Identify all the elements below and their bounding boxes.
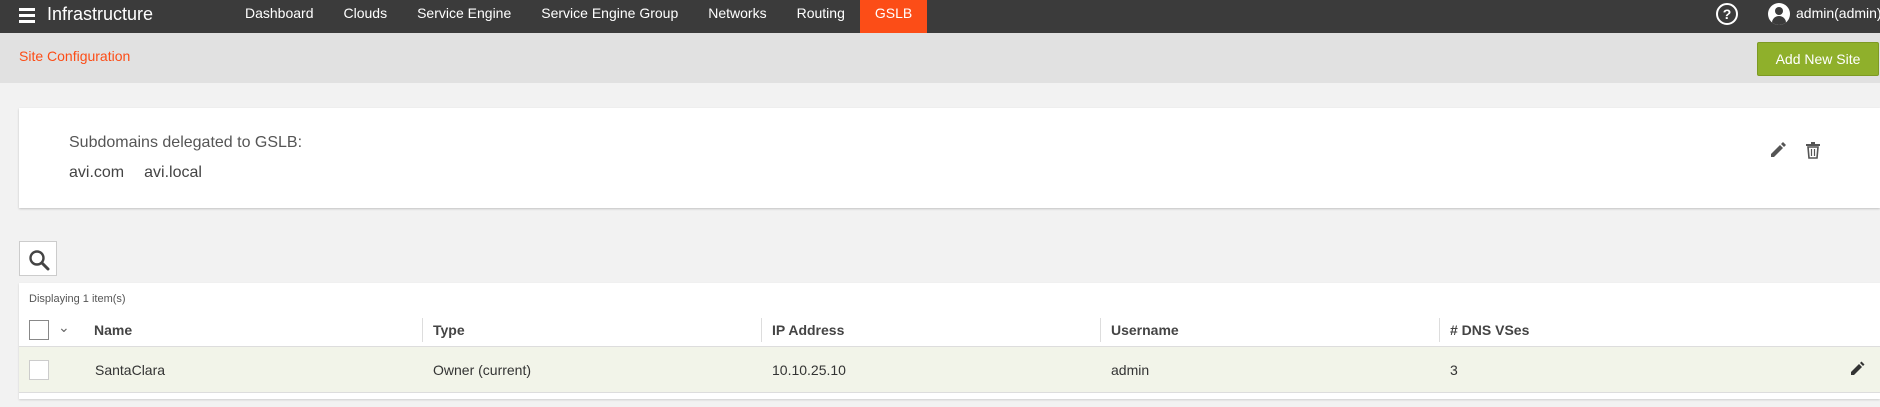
add-new-site-button[interactable]: Add New Site bbox=[1757, 42, 1879, 76]
row-checkbox[interactable] bbox=[29, 360, 49, 380]
item-count: Displaying 1 item(s) bbox=[29, 293, 126, 305]
tab-clouds[interactable]: Clouds bbox=[329, 0, 403, 33]
nav-tabs: Dashboard Clouds Service Engine Service … bbox=[230, 0, 928, 33]
edit-icon[interactable] bbox=[1849, 361, 1865, 377]
subdomains-label: Subdomains delegated to GSLB: bbox=[69, 134, 303, 151]
column-header-username[interactable]: Username bbox=[1100, 318, 1179, 342]
tab-service-engine[interactable]: Service Engine bbox=[402, 0, 526, 33]
domain-item: avi.com bbox=[69, 164, 125, 181]
column-header-ip-address[interactable]: IP Address bbox=[761, 318, 844, 342]
top-navigation-bar: Infrastructure Dashboard Clouds Service … bbox=[0, 0, 1880, 33]
column-header-name[interactable]: Name bbox=[84, 322, 132, 346]
user-menu-label[interactable]: admin(admin) bbox=[1796, 5, 1880, 21]
page-header: Site Configuration Add New Site bbox=[0, 33, 1880, 83]
column-header-type[interactable]: Type bbox=[422, 318, 465, 342]
cell-type: Owner (current) bbox=[433, 362, 532, 378]
page-title: Site Configuration bbox=[19, 48, 131, 64]
tab-networks[interactable]: Networks bbox=[693, 0, 781, 33]
trash-icon[interactable] bbox=[1803, 140, 1823, 160]
domain-list: avi.com avi.local bbox=[69, 164, 222, 182]
domain-item: avi.local bbox=[144, 164, 202, 181]
sites-table: Displaying 1 item(s) ⌄ Name Type IP Addr… bbox=[19, 283, 1880, 399]
tab-dashboard[interactable]: Dashboard bbox=[230, 0, 329, 33]
cell-name[interactable]: SantaClara bbox=[95, 362, 165, 378]
user-icon[interactable] bbox=[1768, 3, 1790, 25]
tab-service-engine-group[interactable]: Service Engine Group bbox=[526, 0, 693, 33]
chevron-down-icon[interactable]: ⌄ bbox=[58, 319, 70, 336]
select-all-checkbox[interactable] bbox=[29, 320, 49, 340]
dns-subdomains-card: Subdomains delegated to GSLB: avi.com av… bbox=[19, 108, 1880, 208]
tab-gslb[interactable]: GSLB bbox=[859, 0, 928, 33]
edit-icon[interactable] bbox=[1768, 140, 1788, 160]
help-icon[interactable]: ? bbox=[1716, 3, 1738, 25]
tab-routing[interactable]: Routing bbox=[782, 0, 860, 33]
menu-icon[interactable] bbox=[19, 8, 35, 23]
app-title: Infrastructure bbox=[47, 4, 154, 24]
search-button[interactable] bbox=[19, 241, 57, 276]
column-header-dns-vses[interactable]: # DNS VSes bbox=[1439, 318, 1529, 342]
search-icon bbox=[29, 250, 50, 271]
table-row[interactable]: SantaClara Owner (current) 10.10.25.10 a… bbox=[19, 347, 1880, 393]
cell-dns-vses: 3 bbox=[1450, 362, 1458, 378]
table-header: ⌄ Name Type IP Address Username # DNS VS… bbox=[19, 313, 1880, 347]
cell-ip-address: 10.10.25.10 bbox=[772, 362, 846, 378]
cell-username: admin bbox=[1111, 362, 1150, 378]
